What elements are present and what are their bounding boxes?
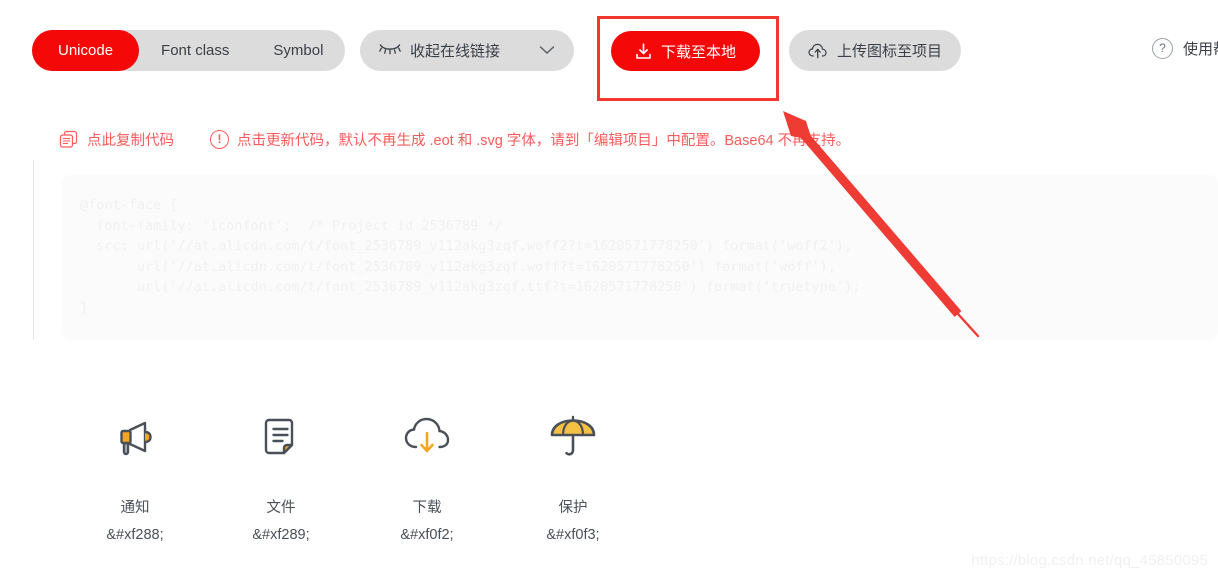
help-label: 使用帮 (1183, 41, 1218, 58)
document-icon (255, 408, 307, 466)
copy-code-action[interactable]: 点此复制代码 (59, 129, 174, 150)
format-segmented-control: Unicode Font class Symbol (32, 30, 346, 71)
icon-cell-file[interactable]: 文件 &#xf289; (208, 408, 354, 545)
copy-icon (59, 130, 78, 149)
icon-label: 文件 (266, 500, 296, 516)
icon-code: &#xf289; (252, 527, 310, 543)
download-to-local-button[interactable]: 下载至本地 (611, 31, 761, 71)
icon-label: 下载 (412, 500, 442, 516)
chevron-down-icon (539, 42, 555, 59)
icon-code: &#xf0f3; (546, 527, 600, 543)
icon-label: 通知 (120, 500, 150, 516)
question-circle-icon: ? (1152, 38, 1173, 59)
collapse-online-links-dropdown[interactable]: 收起在线链接 (360, 30, 574, 71)
upload-icons-to-project-button[interactable]: 上传图标至项目 (789, 30, 962, 71)
notice-bar: 点此复制代码 ! 点击更新代码，默认不再生成 .eot 和 .svg 字体，请到… (33, 118, 1218, 160)
update-code-notice[interactable]: ! 点击更新代码，默认不再生成 .eot 和 .svg 字体，请到「编辑项目」中… (210, 129, 850, 150)
notice-message-text: 点击更新代码，默认不再生成 .eot 和 .svg 字体，请到「编辑项目」中配置… (237, 132, 851, 149)
icon-code: &#xf288; (106, 527, 164, 543)
eye-closed-icon (379, 42, 401, 59)
megaphone-icon (109, 408, 161, 466)
icon-cell-protect[interactable]: 保护 &#xf0f3; (500, 408, 646, 545)
icon-cell-download[interactable]: 下载 &#xf0f2; (354, 408, 500, 545)
font-face-code-text: @font-face { font-family: 'iconfont'; /*… (80, 197, 861, 316)
exclamation-circle-icon: ! (210, 129, 229, 149)
tab-unicode[interactable]: Unicode (32, 30, 140, 71)
tab-font-class[interactable]: Font class (139, 30, 251, 71)
cloud-download-icon (400, 408, 454, 466)
top-toolbar: Unicode Font class Symbol 收起在线链接 下载至本地 上… (0, 0, 1218, 100)
cloud-upload-icon (808, 43, 828, 59)
download-icon (635, 42, 652, 60)
collapse-links-label: 收起在线链接 (410, 43, 501, 60)
help-link[interactable]: ? 使用帮 (1152, 38, 1218, 59)
font-face-code-panel[interactable]: @font-face { font-family: 'iconfont'; /*… (62, 175, 1218, 340)
tab-symbol[interactable]: Symbol (251, 30, 345, 71)
icon-grid: 通知 &#xf288; 文件 &#xf289; 下载 &#xf0f2; 保护 &… (62, 408, 646, 545)
copy-code-label: 点此复制代码 (87, 132, 174, 149)
umbrella-icon (546, 408, 600, 466)
icon-code: &#xf0f2; (400, 527, 454, 543)
upload-button-label: 上传图标至项目 (837, 43, 943, 60)
icon-label: 保护 (558, 500, 588, 516)
icon-cell-notification[interactable]: 通知 &#xf288; (62, 408, 208, 545)
watermark: https://blog.csdn.net/qq_45850095 (971, 552, 1208, 569)
download-button-label: 下载至本地 (661, 43, 737, 61)
